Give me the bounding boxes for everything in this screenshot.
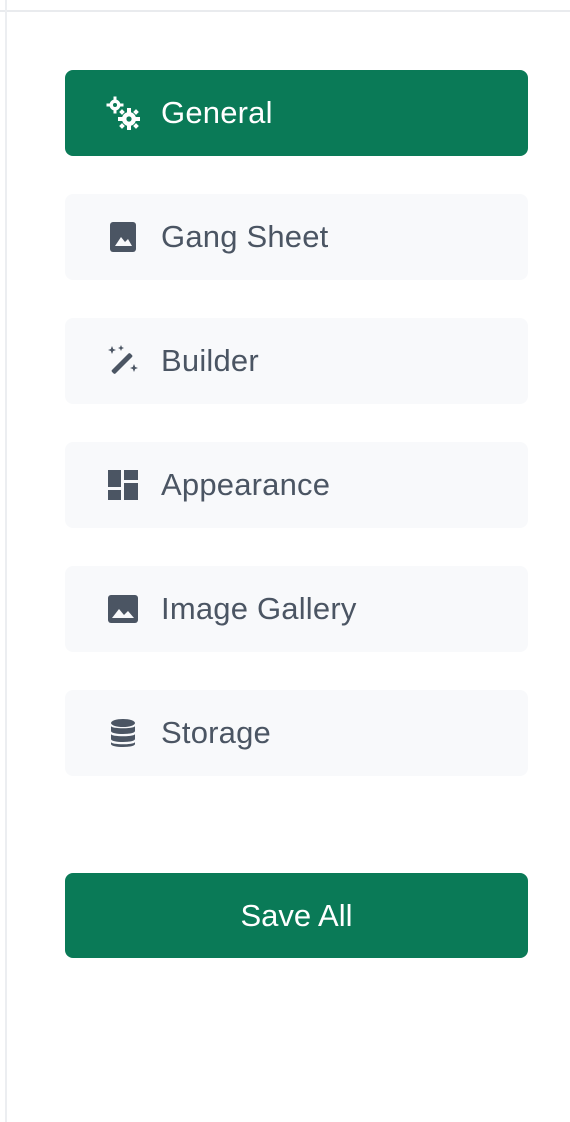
nav-item-label: Builder: [161, 343, 259, 378]
image-icon: [105, 591, 141, 627]
top-divider: [0, 10, 570, 12]
settings-sidebar: General Gang Sheet Builder Appearance Im…: [0, 0, 570, 1122]
left-divider: [5, 0, 7, 1122]
dashboard-layout-icon: [105, 467, 141, 503]
nav-item-label: General: [161, 95, 273, 130]
nav-item-builder[interactable]: Builder: [65, 318, 528, 404]
gears-icon: [105, 95, 141, 131]
nav-item-label: Appearance: [161, 467, 331, 502]
nav-item-general[interactable]: General: [65, 70, 528, 156]
nav-item-label: Storage: [161, 715, 271, 750]
magic-wand-icon: [105, 343, 141, 379]
nav-item-storage[interactable]: Storage: [65, 690, 528, 776]
settings-nav: General Gang Sheet Builder Appearance Im…: [65, 70, 528, 814]
database-icon: [105, 715, 141, 751]
nav-item-appearance[interactable]: Appearance: [65, 442, 528, 528]
save-all-button[interactable]: Save All: [65, 873, 528, 958]
portrait-image-icon: [105, 219, 141, 255]
nav-item-label: Image Gallery: [161, 591, 357, 626]
nav-item-gang-sheet[interactable]: Gang Sheet: [65, 194, 528, 280]
nav-item-image-gallery[interactable]: Image Gallery: [65, 566, 528, 652]
nav-item-label: Gang Sheet: [161, 219, 329, 254]
